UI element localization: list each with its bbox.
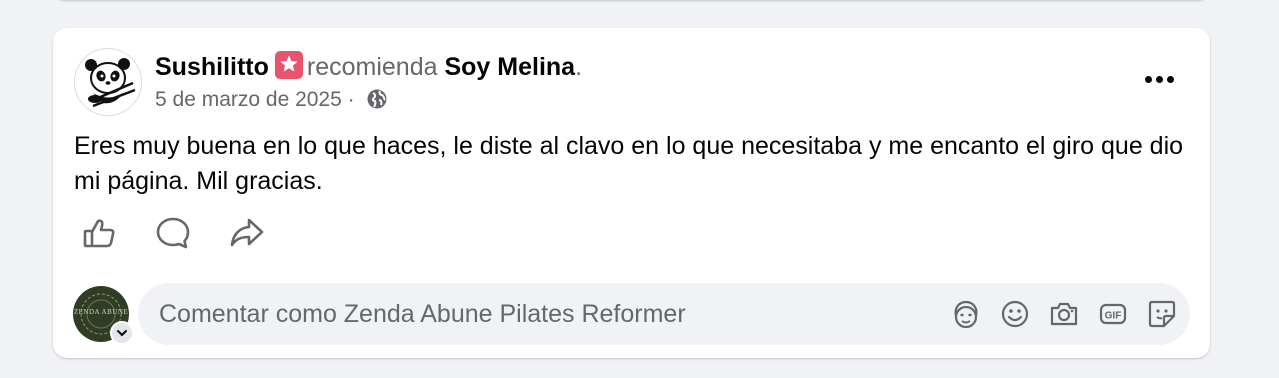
star-badge-icon — [274, 51, 303, 79]
thumbs-up-icon — [83, 219, 115, 248]
share-arrow-icon — [230, 218, 264, 247]
meta-separator: · — [347, 88, 355, 111]
comment-tools: GIF — [948, 296, 1180, 332]
gif-label: GIF — [1105, 311, 1122, 322]
recommend-verb: recomienda — [306, 53, 438, 81]
comment-input[interactable] — [159, 283, 919, 345]
post-date[interactable]: 5 de marzo de 2025 — [155, 88, 342, 111]
switch-profile-button[interactable] — [110, 321, 134, 345]
gif-icon: GIF — [1099, 303, 1127, 325]
post-meta: 5 de marzo de 2025 · — [155, 86, 388, 118]
post-actions — [74, 211, 272, 255]
camera-icon — [1050, 302, 1078, 326]
dot-icon — [1144, 75, 1152, 83]
avatar-sticker-button[interactable] — [948, 296, 984, 332]
more-options-button[interactable] — [1139, 64, 1179, 94]
post-body: Eres muy buena en lo que haces, le diste… — [74, 132, 1184, 195]
camera-button[interactable] — [1046, 296, 1082, 332]
speech-bubble-icon — [156, 217, 190, 249]
comment-composer: GIF — [138, 283, 1190, 345]
commenter-avatar-text: ZENDA ABUNE — [73, 308, 129, 316]
chevron-down-icon — [117, 330, 127, 337]
like-button[interactable] — [74, 211, 124, 255]
share-button[interactable] — [222, 211, 272, 255]
avatar-sticker-icon — [954, 300, 978, 329]
panda-icon — [85, 58, 136, 108]
recommended-page-name[interactable]: Soy Melina — [444, 53, 575, 81]
sticker-button[interactable] — [1144, 296, 1180, 332]
gif-button[interactable]: GIF — [1095, 296, 1131, 332]
post-header: Sushilitto recomienda Soy Melina. — [155, 51, 582, 82]
header-period: . — [575, 53, 583, 81]
dot-icon — [1155, 75, 1163, 83]
dot-icon — [1166, 75, 1174, 83]
author-name[interactable]: Sushilitto — [155, 53, 269, 81]
globe-icon — [366, 88, 388, 118]
comment-button[interactable] — [148, 211, 198, 255]
sticker-icon — [1148, 300, 1176, 328]
emoji-button[interactable] — [997, 296, 1033, 332]
recommendation-post-card: Sushilitto recomienda Soy Melina. 5 de ma… — [53, 28, 1210, 358]
emoji-icon — [1001, 300, 1029, 328]
author-avatar[interactable] — [74, 48, 142, 116]
